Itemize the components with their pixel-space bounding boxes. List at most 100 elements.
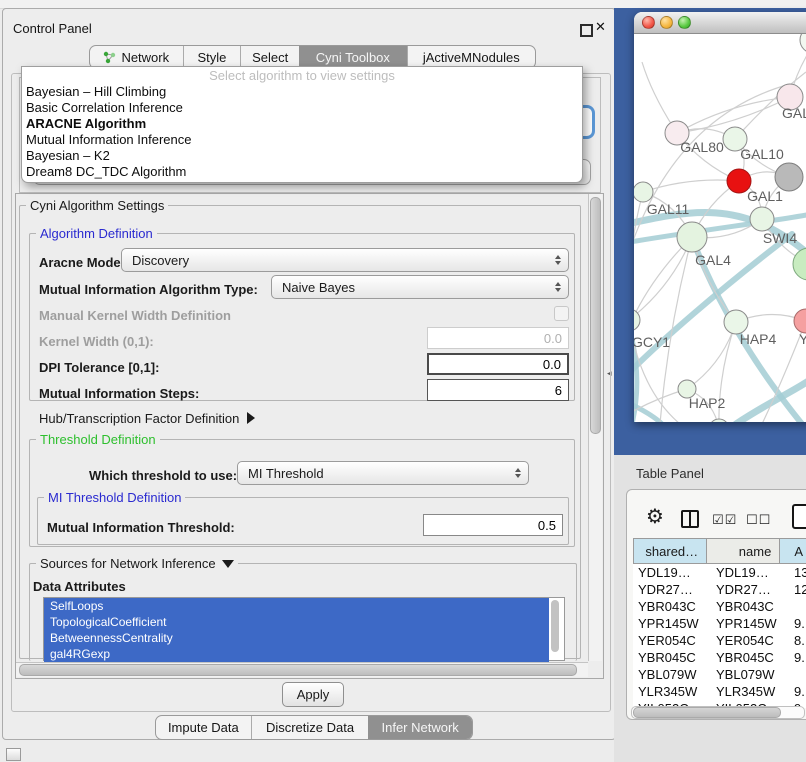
table-row[interactable]: YDR27…YDR27…12 — [633, 581, 806, 598]
sources-group-title[interactable]: Sources for Network Inference — [36, 556, 238, 571]
table-cell[interactable] — [789, 666, 806, 683]
attributes-list-scrollbar-thumb[interactable] — [551, 600, 559, 652]
mac-close-icon[interactable] — [642, 16, 655, 29]
tab-style-label: Style — [198, 50, 227, 65]
data-attributes-list[interactable]: SelfLoopsTopologicalCoefficientBetweenne… — [43, 597, 565, 661]
table-cell[interactable]: 12 — [789, 581, 806, 598]
data-attribute-item[interactable]: gal4RGexp — [44, 646, 549, 662]
network-node[interactable] — [793, 248, 806, 280]
gear-icon[interactable]: ⚙ — [646, 504, 664, 529]
network-node-label: GAL1 — [747, 188, 783, 204]
data-attribute-item[interactable]: SelfLoops — [44, 598, 549, 614]
table-cell[interactable]: YBR045C — [711, 649, 789, 666]
spinner-arrows-icon — [555, 282, 561, 292]
table-cell[interactable]: YLR345W — [711, 683, 789, 700]
table-cell[interactable]: YBL079W — [711, 666, 789, 683]
algorithm-option[interactable]: Dream8 DC_TDC Algorithm — [22, 164, 582, 180]
table-row[interactable]: YBR043CYBR043C — [633, 598, 806, 615]
manual-kernel-checkbox[interactable] — [554, 306, 569, 321]
column-header-clipped[interactable]: A — [780, 539, 806, 563]
table-cell[interactable]: YER054C — [633, 632, 711, 649]
apply-button[interactable]: Apply — [282, 682, 344, 707]
splitter-arrow-icon[interactable]: ◂ — [607, 368, 612, 379]
mac-minimize-icon[interactable] — [660, 16, 673, 29]
data-attribute-item[interactable]: TopologicalCoefficient — [44, 614, 549, 630]
network-node[interactable] — [794, 309, 806, 333]
mi-steps-field[interactable]: 6 — [427, 379, 569, 401]
mi-algorithm-type-combo[interactable]: Naive Bayes — [271, 275, 569, 299]
deselect-all-checkboxes-icon[interactable]: ☐☐ — [746, 512, 771, 528]
table-body[interactable]: YDL19…YDL19…13YDR27…YDR27…12YBR043CYBR04… — [633, 564, 806, 708]
which-threshold-combo[interactable]: MI Threshold — [237, 461, 529, 485]
network-window-titlebar[interactable] — [634, 12, 806, 34]
network-node[interactable] — [634, 182, 653, 202]
table-cell[interactable]: YPR145W — [633, 615, 711, 632]
algorithm-option[interactable]: Bayesian – Hill Climbing — [22, 84, 582, 100]
table-cell[interactable]: 9. — [789, 683, 806, 700]
sources-group-label: Sources for Network Inference — [40, 556, 216, 571]
table-cell[interactable]: YDR27… — [633, 581, 711, 598]
aracne-mode-combo[interactable]: Discovery — [121, 248, 569, 272]
document-icon[interactable] — [792, 504, 806, 529]
network-node[interactable] — [775, 163, 803, 191]
tab-select[interactable]: Select — [240, 46, 299, 68]
table-cell[interactable]: 8. — [789, 632, 806, 649]
mac-zoom-icon[interactable] — [678, 16, 691, 29]
float-window-icon[interactable] — [580, 24, 593, 37]
network-node[interactable] — [750, 207, 774, 231]
dpi-tolerance-field[interactable]: 0.0 — [427, 353, 569, 375]
table-cell[interactable]: YER054C — [711, 632, 789, 649]
table-row[interactable]: YBR045CYBR045C9. — [633, 649, 806, 666]
tab-network[interactable]: Network — [90, 46, 183, 68]
table-row[interactable]: YDL19…YDL19…13 — [633, 564, 806, 581]
table-cell[interactable]: YBR043C — [711, 598, 789, 615]
table-cell[interactable]: YDL19… — [711, 564, 789, 581]
control-panel: Control Panel ✕ Network Style Select Cyn… — [2, 8, 616, 740]
table-cell[interactable]: YLR345W — [633, 683, 711, 700]
column-header-name[interactable]: name — [707, 539, 780, 563]
table-row[interactable]: YLR345WYLR345W9. — [633, 683, 806, 700]
column-header-shared-name[interactable]: shared… — [634, 539, 707, 563]
table-cell[interactable]: 9. — [789, 649, 806, 666]
network-node[interactable] — [677, 222, 707, 252]
tab-cyni-toolbox[interactable]: Cyni Toolbox — [299, 46, 407, 68]
horizontal-scrollbar-thumb[interactable] — [19, 664, 577, 676]
tab-style[interactable]: Style — [183, 46, 241, 68]
table-row[interactable]: YER054CYER054C8. — [633, 632, 806, 649]
hub-definition-toggle[interactable]: Hub/Transcription Factor Definition — [39, 411, 255, 426]
manual-kernel-width-label: Manual Kernel Width Definition — [39, 308, 231, 323]
status-bar-mini-icon[interactable] — [6, 748, 21, 761]
tab-jactivemnodules[interactable]: jActiveMNodules — [407, 46, 535, 68]
data-attribute-item[interactable]: BetweennessCentrality — [44, 630, 549, 646]
mi-threshold-field[interactable]: 0.5 — [423, 514, 563, 536]
network-edge[interactable] — [643, 180, 739, 192]
algorithm-option[interactable]: ARACNE Algorithm — [22, 116, 582, 132]
table-hscrollbar-thumb[interactable] — [633, 707, 781, 718]
vertical-scrollbar-thumb[interactable] — [590, 197, 601, 434]
table-cell[interactable]: 9. — [789, 615, 806, 632]
columns-icon[interactable] — [681, 510, 699, 528]
table-cell[interactable]: 13 — [789, 564, 806, 581]
algorithm-option[interactable]: Mutual Information Inference — [22, 132, 582, 148]
network-node[interactable] — [709, 419, 729, 422]
network-canvas[interactable]: GALGAL80GAL10GAL1GAL11SWI4GAL4GCY1HAP4YH… — [634, 34, 806, 422]
table-row[interactable]: YPR145WYPR145W9. — [633, 615, 806, 632]
table-cell[interactable]: YBR045C — [633, 649, 711, 666]
table-cell[interactable]: YDL19… — [633, 564, 711, 581]
algorithm-option[interactable]: Bayesian – K2 — [22, 148, 582, 164]
kernel-width-field[interactable]: 0.0 — [427, 327, 569, 349]
close-icon[interactable]: ✕ — [595, 19, 606, 35]
network-node[interactable] — [800, 34, 806, 53]
tab-discretize-data[interactable]: Discretize Data — [251, 716, 369, 739]
table-cell[interactable]: YBR043C — [633, 598, 711, 615]
tab-impute-data[interactable]: Impute Data — [156, 716, 251, 739]
tab-infer-network[interactable]: Infer Network — [368, 716, 472, 739]
table-row[interactable]: YBL079WYBL079W — [633, 666, 806, 683]
table-cell[interactable] — [789, 598, 806, 615]
algorithm-option[interactable]: Basic Correlation Inference — [22, 100, 582, 116]
network-graph[interactable]: GALGAL80GAL10GAL1GAL11SWI4GAL4GCY1HAP4YH… — [634, 34, 806, 422]
table-cell[interactable]: YBL079W — [633, 666, 711, 683]
select-all-checkboxes-icon[interactable]: ☑☑ — [712, 512, 737, 528]
table-cell[interactable]: YDR27… — [711, 581, 789, 598]
table-cell[interactable]: YPR145W — [711, 615, 789, 632]
